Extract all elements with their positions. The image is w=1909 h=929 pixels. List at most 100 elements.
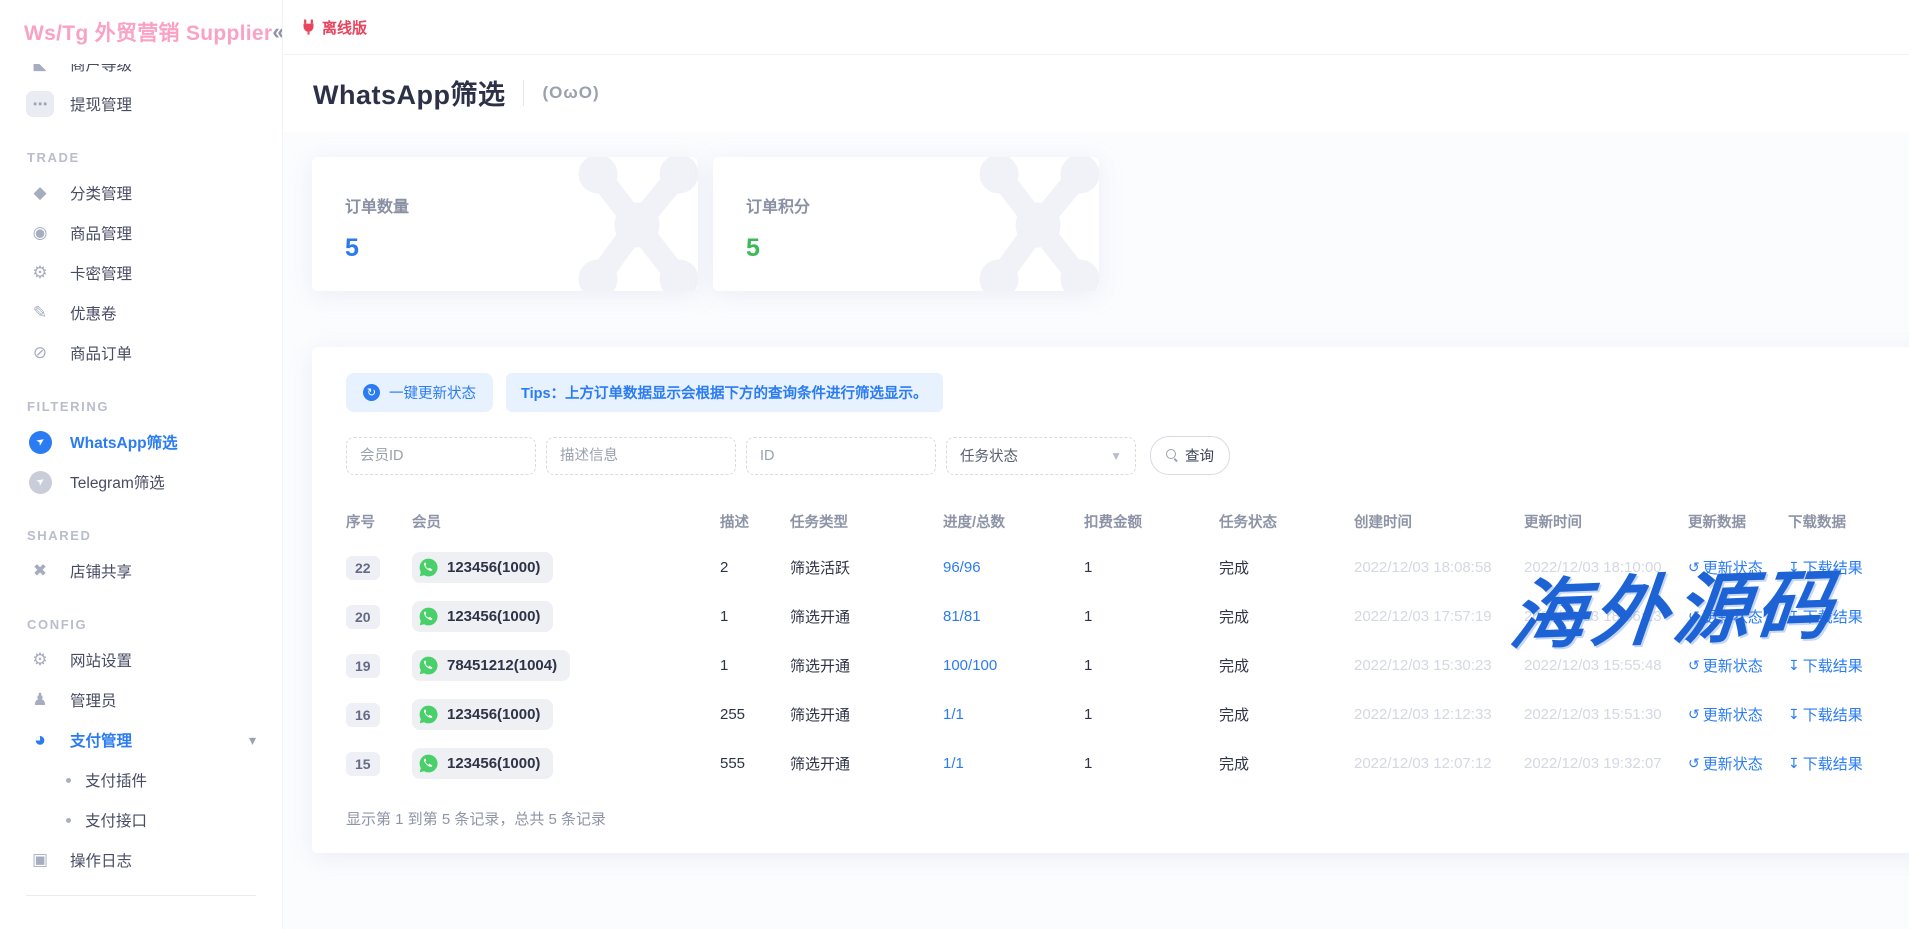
member-pill[interactable]: 123456(1000) bbox=[412, 748, 553, 779]
download-result-link[interactable]: ↧下载结果 bbox=[1788, 704, 1863, 725]
table-row: 20 123456(1000) bbox=[346, 592, 1900, 641]
sidebar-item-withdraw[interactable]: ⋯ 提现管理 bbox=[0, 84, 282, 124]
task-type-cell: 筛选开通 bbox=[790, 592, 943, 641]
stat-value-order-points: 5 bbox=[746, 234, 1099, 263]
table-body: 22 123456(1000) bbox=[346, 543, 1900, 788]
section-title-trade: TRADE bbox=[27, 150, 282, 165]
title-divider bbox=[523, 80, 524, 106]
desc-cell: 1 bbox=[720, 592, 790, 641]
seq-badge: 22 bbox=[346, 556, 380, 580]
sidebar-item-payment-api[interactable]: 支付接口 bbox=[0, 800, 282, 840]
seq-badge: 15 bbox=[346, 752, 380, 776]
task-type-cell: 筛选开通 bbox=[790, 690, 943, 739]
filter-row: 任务状态 ▼ 查询 bbox=[346, 436, 1900, 475]
created-time-cell: 2022/12/03 18:08:58 bbox=[1354, 543, 1524, 592]
sidebar-item-label: 提现管理 bbox=[70, 93, 132, 115]
member-pill[interactable]: 123456(1000) bbox=[412, 552, 553, 583]
panel-toolbar: ↻ 一键更新状态 Tips：上方订单数据显示会根据下方的查询条件进行筛选显示。 bbox=[346, 373, 1900, 412]
task-type-cell: 筛选活跃 bbox=[790, 543, 943, 592]
whatsapp-icon bbox=[418, 655, 439, 676]
sidebar-item-category[interactable]: ◆ 分类管理 bbox=[0, 173, 282, 213]
task-type-cell: 筛选开通 bbox=[790, 739, 943, 788]
download-result-link[interactable]: ↧下载结果 bbox=[1788, 753, 1863, 774]
sidebar-item-cardkey[interactable]: ⚙ 卡密管理 bbox=[0, 253, 282, 293]
sidebar-item-label: 商品管理 bbox=[70, 222, 132, 244]
page-header: WhatsApp筛选 (OωO) bbox=[283, 55, 1909, 132]
member-id-label: 78451212(1004) bbox=[447, 657, 557, 674]
member-pill[interactable]: 123456(1000) bbox=[412, 601, 553, 632]
fee-cell: 1 bbox=[1084, 641, 1219, 690]
member-id-label: 123456(1000) bbox=[447, 706, 540, 723]
col-fee: 扣费金额 bbox=[1084, 499, 1219, 543]
stat-label: 订单积分 bbox=[746, 193, 1099, 217]
sidebar-item-label: 卡密管理 bbox=[70, 262, 132, 284]
download-result-link[interactable]: ↧下载结果 bbox=[1788, 606, 1863, 627]
update-status-link[interactable]: ↺更新状态 bbox=[1688, 557, 1763, 578]
whatsapp-icon bbox=[418, 753, 439, 774]
sidebar-item-shop-share[interactable]: ✖ 店铺共享 bbox=[0, 551, 282, 591]
molecule-deco-icon bbox=[562, 157, 698, 291]
sidebar-item-label: 网站设置 bbox=[70, 649, 132, 671]
status-cell: 完成 bbox=[1219, 592, 1354, 641]
chevron-down-icon[interactable]: ▾ bbox=[249, 732, 256, 749]
desc-cell: 255 bbox=[720, 690, 790, 739]
sidebar-item-coupon[interactable]: ✎ 优惠卷 bbox=[0, 293, 282, 333]
seq-badge: 20 bbox=[346, 605, 380, 629]
update-status-link[interactable]: ↺更新状态 bbox=[1688, 655, 1763, 676]
payment-pie-icon: ◕ bbox=[26, 727, 54, 753]
search-button[interactable]: 查询 bbox=[1150, 436, 1230, 475]
download-icon: ↧ bbox=[1788, 559, 1800, 576]
goods-icon: ◉ bbox=[26, 220, 54, 246]
col-desc: 描述 bbox=[720, 499, 790, 543]
topbar: 离线版 ω bbox=[283, 0, 1909, 55]
chevron-down-icon: ▼ bbox=[1110, 449, 1122, 463]
update-status-link[interactable]: ↺更新状态 bbox=[1688, 606, 1763, 627]
fee-cell: 1 bbox=[1084, 592, 1219, 641]
stat-card-order-count: 订单数量 5 bbox=[312, 157, 698, 291]
admin-user-icon: ♟ bbox=[26, 687, 54, 713]
sidebar-item-label: 支付插件 bbox=[85, 769, 147, 791]
member-id-label: 123456(1000) bbox=[447, 559, 540, 576]
orders-panel: ↻ 一键更新状态 Tips：上方订单数据显示会根据下方的查询条件进行筛选显示。 … bbox=[312, 347, 1909, 853]
task-status-select[interactable]: 任务状态 ▼ bbox=[946, 437, 1136, 475]
download-result-link[interactable]: ↧下载结果 bbox=[1788, 557, 1863, 578]
sidebar-collapse-icon[interactable]: « bbox=[272, 19, 283, 45]
progress-cell: 100/100 bbox=[943, 641, 1084, 690]
desc-cell: 1 bbox=[720, 641, 790, 690]
sidebar-item-goods[interactable]: ◉ 商品管理 bbox=[0, 213, 282, 253]
sidebar-item-site-settings[interactable]: ⚙ 网站设置 bbox=[0, 640, 282, 680]
member-pill[interactable]: 123456(1000) bbox=[412, 699, 553, 730]
offline-version-badge[interactable]: 离线版 bbox=[301, 17, 367, 38]
plug-icon bbox=[301, 19, 316, 35]
download-icon: ↧ bbox=[1788, 657, 1800, 674]
refresh-icon: ↻ bbox=[363, 384, 380, 401]
sidebar-item-operation-log[interactable]: ▣ 操作日志 bbox=[0, 840, 282, 880]
section-title-filtering: FILTERING bbox=[27, 399, 282, 414]
sidebar-item-whatsapp-filter[interactable]: ➤ WhatsApp筛选 bbox=[0, 422, 282, 462]
sidebar-item-orders[interactable]: ⊘ 商品订单 bbox=[0, 333, 282, 373]
id-input[interactable] bbox=[746, 437, 936, 475]
desc-cell: 555 bbox=[720, 739, 790, 788]
update-status-link[interactable]: ↺更新状态 bbox=[1688, 753, 1763, 774]
refresh-icon: ↺ bbox=[1688, 657, 1700, 674]
refresh-icon: ↺ bbox=[1688, 706, 1700, 723]
sidebar-nav: ◣ 商户等级 ⋯ 提现管理 TRADE ◆ 分类管理 ◉ 商品管理 ⚙ 卡密管理… bbox=[0, 44, 282, 880]
update-all-status-button[interactable]: ↻ 一键更新状态 bbox=[346, 373, 493, 412]
sidebar-item-payment-plugin[interactable]: 支付插件 bbox=[0, 760, 282, 800]
col-updated: 更新时间 bbox=[1524, 499, 1688, 543]
description-input[interactable] bbox=[546, 437, 736, 475]
update-status-link[interactable]: ↺更新状态 bbox=[1688, 704, 1763, 725]
sidebar: Ws/Tg 外贸营销 Supplier « ◣ 商户等级 ⋯ 提现管理 TRAD… bbox=[0, 0, 283, 929]
member-pill[interactable]: 78451212(1004) bbox=[412, 650, 570, 681]
fee-cell: 1 bbox=[1084, 543, 1219, 592]
page-content: 订单数量 5 订单积分 5 bbox=[283, 132, 1909, 929]
stat-card-order-points: 订单积分 5 bbox=[713, 157, 1099, 291]
sidebar-item-admins[interactable]: ♟ 管理员 bbox=[0, 680, 282, 720]
app-root: Ws/Tg 外贸营销 Supplier « ◣ 商户等级 ⋯ 提现管理 TRAD… bbox=[0, 0, 1909, 929]
created-time-cell: 2022/12/03 17:57:19 bbox=[1354, 592, 1524, 641]
sidebar-item-payment-mgmt[interactable]: ◕ 支付管理 ▾ bbox=[0, 720, 282, 760]
member-id-input[interactable] bbox=[346, 437, 536, 475]
sidebar-item-telegram-filter[interactable]: ➤ Telegram筛选 bbox=[0, 462, 282, 502]
download-result-link[interactable]: ↧下载结果 bbox=[1788, 655, 1863, 676]
page-title: WhatsApp筛选 bbox=[313, 73, 505, 112]
